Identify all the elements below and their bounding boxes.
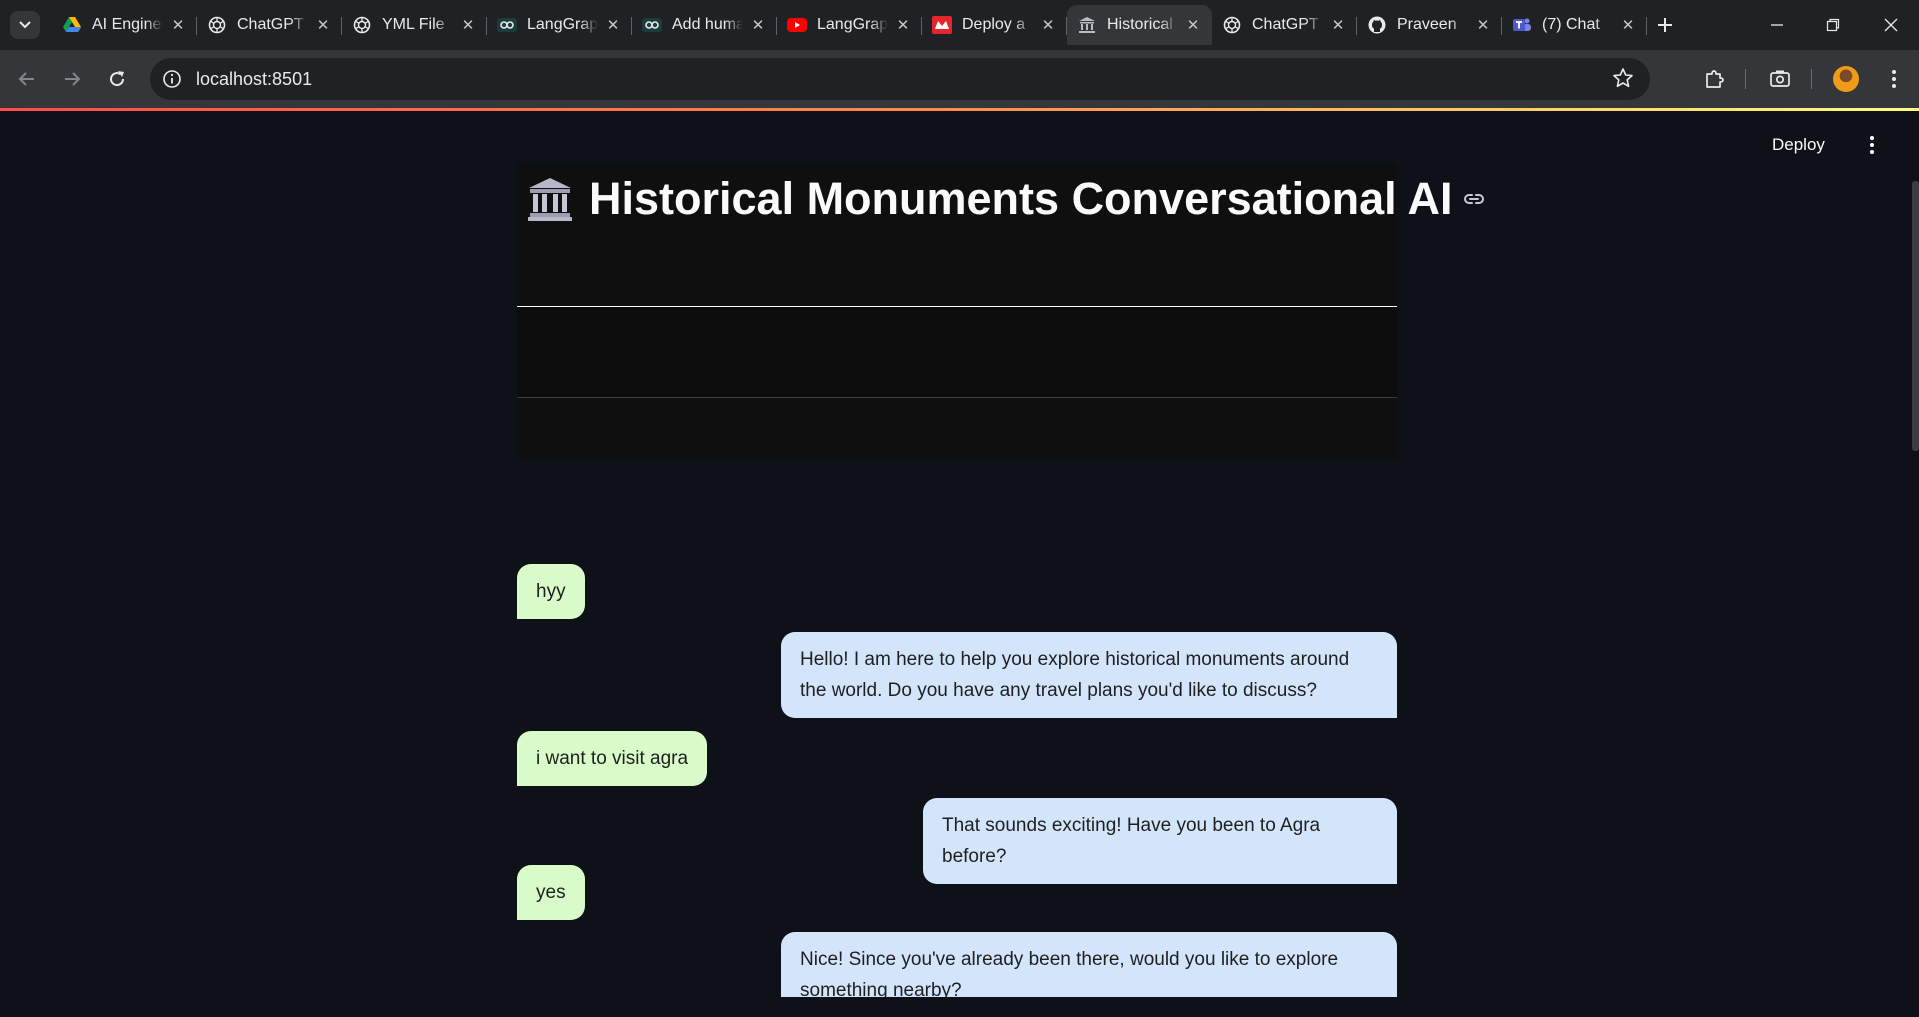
tab-title: ChatGPT bbox=[237, 16, 304, 33]
tab-title: Praveen bbox=[1397, 16, 1457, 33]
openai-icon bbox=[1222, 15, 1242, 35]
screen-capture-icon[interactable] bbox=[1766, 65, 1794, 93]
tab-title: LangGraph bbox=[817, 16, 888, 33]
close-icon[interactable]: ✕ bbox=[894, 16, 912, 34]
header-band bbox=[517, 307, 1397, 397]
langchain-icon bbox=[497, 15, 517, 35]
tab-title: ChatGPT bbox=[1252, 16, 1319, 33]
browser-tab[interactable]: Deploy a ✕ bbox=[922, 5, 1067, 45]
header-divider bbox=[517, 306, 1397, 307]
chat-message-user: yes bbox=[517, 865, 585, 920]
close-icon bbox=[1884, 18, 1898, 32]
restore-icon bbox=[1826, 18, 1840, 32]
browser-tab[interactable]: LangGraph ✕ bbox=[487, 5, 632, 45]
chat-message-user: i want to visit agra bbox=[517, 731, 708, 786]
forward-button[interactable] bbox=[57, 64, 87, 94]
page-title-text: Historical Monuments Conversational AI bbox=[589, 173, 1453, 224]
close-icon[interactable]: ✕ bbox=[1474, 16, 1492, 34]
browser-tab[interactable]: LangGraph ✕ bbox=[777, 5, 922, 45]
close-icon[interactable]: ✕ bbox=[169, 16, 187, 34]
browser-tab[interactable]: YML File ✕ bbox=[342, 5, 487, 45]
browser-tab[interactable]: (7) Chat ✕ bbox=[1502, 5, 1647, 45]
url-text[interactable]: localhost:8501 bbox=[196, 69, 312, 90]
tab-title: Add human bbox=[672, 16, 743, 33]
close-icon[interactable]: ✕ bbox=[604, 16, 622, 34]
close-icon[interactable]: ✕ bbox=[1619, 16, 1637, 34]
youtube-icon bbox=[787, 15, 807, 35]
plus-icon bbox=[1658, 18, 1672, 32]
link-icon[interactable] bbox=[1462, 187, 1486, 211]
close-window-button[interactable] bbox=[1863, 0, 1919, 50]
bookmark-star-icon[interactable] bbox=[1612, 67, 1636, 91]
browser-tab[interactable]: AI Engineer ✕ bbox=[52, 5, 197, 45]
langchain-icon bbox=[642, 15, 662, 35]
restore-button[interactable] bbox=[1805, 0, 1861, 50]
chevron-down-icon bbox=[19, 21, 31, 29]
tab-title: (7) Chat bbox=[1542, 16, 1600, 33]
tab-title: Historical bbox=[1107, 16, 1173, 33]
github-icon bbox=[1367, 15, 1387, 35]
toolbar-divider bbox=[1745, 69, 1746, 89]
new-tab-button[interactable] bbox=[1651, 11, 1679, 39]
browser-toolbar: localhost:8501 bbox=[0, 50, 1919, 108]
tab-list: AI Engineer ✕ ChatGPT ✕ YML File ✕ LangG… bbox=[52, 5, 1647, 45]
browser-tab-active[interactable]: Historical ✕ bbox=[1067, 5, 1212, 45]
minimize-icon bbox=[1771, 24, 1783, 26]
close-icon[interactable]: ✕ bbox=[459, 16, 477, 34]
chat-message-assistant: Nice! Since you've already been there, w… bbox=[781, 932, 1397, 997]
tab-title: YML File bbox=[382, 16, 445, 33]
chat-message-assistant: That sounds exciting! Have you been to A… bbox=[923, 798, 1397, 884]
browser-tab-strip: AI Engineer ✕ ChatGPT ✕ YML File ✕ LangG… bbox=[0, 0, 1919, 50]
monument-icon bbox=[1077, 15, 1097, 35]
page-scrollbar[interactable] bbox=[1912, 181, 1919, 451]
close-icon[interactable]: ✕ bbox=[749, 16, 767, 34]
reload-button[interactable] bbox=[102, 64, 132, 94]
arrow-left-icon bbox=[18, 72, 34, 86]
profile-avatar[interactable] bbox=[1833, 66, 1859, 92]
tab-title: AI Engineer bbox=[92, 16, 163, 33]
monument-icon bbox=[528, 178, 572, 221]
browser-tab[interactable]: ChatGPT ✕ bbox=[197, 5, 342, 45]
close-icon[interactable]: ✕ bbox=[1039, 16, 1057, 34]
deploy-button[interactable]: Deploy bbox=[1772, 135, 1825, 155]
close-icon[interactable]: ✕ bbox=[1184, 16, 1202, 34]
back-button[interactable] bbox=[12, 64, 42, 94]
streamlit-icon bbox=[932, 15, 952, 35]
arrow-right-icon bbox=[65, 72, 81, 86]
toolbar-divider bbox=[1811, 69, 1812, 89]
close-icon[interactable]: ✕ bbox=[1329, 16, 1347, 34]
extensions-icon[interactable] bbox=[1700, 65, 1728, 93]
browser-tab[interactable]: Praveen ✕ bbox=[1357, 5, 1502, 45]
header-divider bbox=[517, 397, 1397, 398]
browser-tab[interactable]: Add human ✕ bbox=[632, 5, 777, 45]
teams-icon bbox=[1512, 15, 1532, 35]
page-title: Historical Monuments Conversational AI bbox=[527, 173, 1486, 225]
tab-search-button[interactable] bbox=[10, 11, 40, 39]
app-menu-icon[interactable] bbox=[1862, 133, 1882, 157]
app-header-block: Historical Monuments Conversational AI bbox=[517, 163, 1485, 460]
streamlit-app: Deploy Historical Monuments Conversation… bbox=[0, 111, 1919, 997]
address-bar[interactable]: localhost:8501 bbox=[150, 58, 1650, 100]
google-drive-icon bbox=[62, 15, 82, 35]
tab-title: LangGraph bbox=[527, 16, 598, 33]
browser-tab[interactable]: ChatGPT ✕ bbox=[1212, 5, 1357, 45]
openai-icon bbox=[352, 15, 372, 35]
chat-message-user: hyy bbox=[517, 564, 585, 619]
openai-icon bbox=[207, 15, 227, 35]
close-icon[interactable]: ✕ bbox=[314, 16, 332, 34]
tab-title: Deploy a bbox=[962, 16, 1026, 33]
reload-icon bbox=[110, 71, 125, 87]
chat-message-assistant: Hello! I am here to help you explore his… bbox=[781, 632, 1397, 718]
site-info-icon[interactable] bbox=[160, 67, 184, 91]
browser-menu-icon[interactable] bbox=[1880, 65, 1908, 93]
minimize-button[interactable] bbox=[1749, 0, 1805, 50]
